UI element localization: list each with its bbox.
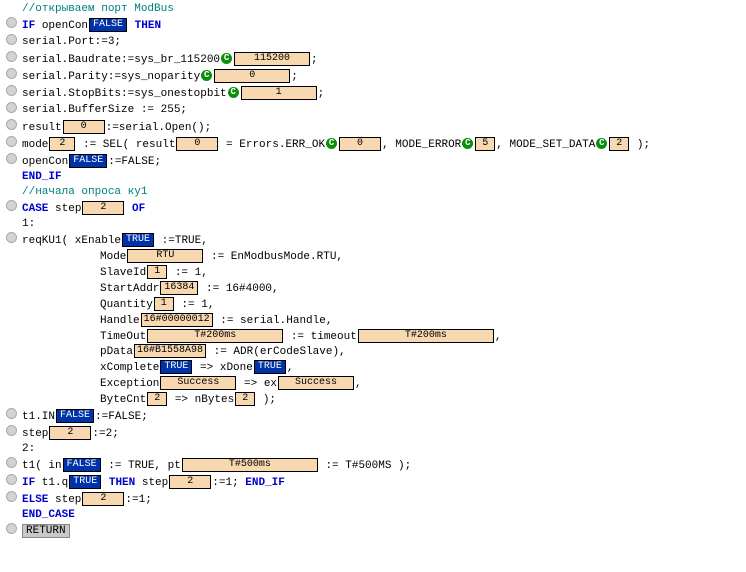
case-label: 2: <box>22 442 35 457</box>
code-line: serial.Parity:=sys_noparityC0; <box>22 69 298 85</box>
code-line: Quantity1 := 1, <box>22 297 214 313</box>
code-line: CASE step2 OF <box>22 201 145 217</box>
breakpoint-marker[interactable] <box>6 119 17 130</box>
code-editor[interactable]: //открываем порт ModBus IF openConFALSE … <box>4 2 742 540</box>
code-line: StartAddr16384 := 16#4000, <box>22 281 279 297</box>
value-box: T#500ms <box>182 458 318 472</box>
value-box: 0 <box>214 69 290 83</box>
code-line: t1.INFALSE:=FALSE; <box>22 409 148 425</box>
value-box: 16#00000012 <box>141 313 213 327</box>
value-inline: FALSE <box>56 409 94 423</box>
status-ok-icon: C <box>221 53 232 64</box>
value-box: 1 <box>241 86 317 100</box>
breakpoint-marker[interactable] <box>6 102 17 113</box>
code-line: Handle16#00000012 := serial.Handle, <box>22 313 332 329</box>
value-inline: TRUE <box>254 360 286 374</box>
value-box: 0 <box>176 137 218 151</box>
breakpoint-marker[interactable] <box>6 136 17 147</box>
value-inline: FALSE <box>69 154 107 168</box>
breakpoint-marker[interactable] <box>6 425 17 436</box>
status-ok-icon: C <box>326 138 337 149</box>
code-line: xCompleteTRUE => xDoneTRUE, <box>22 360 293 376</box>
value-box: 16#B1558A98 <box>134 344 206 358</box>
breakpoint-marker[interactable] <box>6 17 17 28</box>
code-line: step2:=2; <box>22 426 119 442</box>
breakpoint-marker[interactable] <box>6 491 17 502</box>
value-box: 0 <box>339 137 381 151</box>
breakpoint-marker[interactable] <box>6 68 17 79</box>
value-box: 2 <box>49 426 91 440</box>
code-line: ELSE step2:=1; <box>22 492 152 508</box>
value-box: T#200ms <box>147 329 283 343</box>
code-line: TimeOutT#200ms := timeoutT#200ms, <box>22 329 501 345</box>
value-box: 2 <box>147 392 167 406</box>
breakpoint-marker[interactable] <box>6 153 17 164</box>
value-box: 2 <box>49 137 75 151</box>
breakpoint-marker[interactable] <box>6 408 17 419</box>
code-line: IF t1.qTRUE THEN step2:=1; END_IF <box>22 475 285 491</box>
code-line: pData16#B1558A98 := ADR(erCodeSlave), <box>22 344 346 360</box>
code-line: ByteCnt2 => nBytes2 ); <box>22 392 276 408</box>
case-label: 1: <box>22 217 35 232</box>
code-line: result0:=serial.Open(); <box>22 120 211 136</box>
value-box: Success <box>160 376 236 390</box>
value-box: 1 <box>147 265 167 279</box>
value-box: 1 <box>154 297 174 311</box>
value-box: RTU <box>127 249 203 263</box>
value-box: Success <box>278 376 354 390</box>
return-statement: RETURN <box>22 524 70 539</box>
code-line: t1( inFALSE := TRUE, ptT#500ms := T#500M… <box>22 458 411 474</box>
value-inline: FALSE <box>63 458 101 472</box>
breakpoint-marker[interactable] <box>6 85 17 96</box>
breakpoint-marker[interactable] <box>6 200 17 211</box>
code-line: serial.Baudrate:=sys_br_115200C115200; <box>22 52 318 68</box>
value-box: 2 <box>609 137 629 151</box>
value-box: 5 <box>475 137 495 151</box>
status-ok-icon: C <box>228 87 239 98</box>
value-box: 2 <box>169 475 211 489</box>
code-line: IF openConFALSE THEN <box>22 18 161 34</box>
breakpoint-marker[interactable] <box>6 523 17 534</box>
value-inline: TRUE <box>69 475 101 489</box>
code-line: serial.StopBits:=sys_onestopbitC1; <box>22 86 324 102</box>
status-ok-icon: C <box>596 138 607 149</box>
value-inline: TRUE <box>160 360 192 374</box>
value-box: 2 <box>235 392 255 406</box>
value-box: T#200ms <box>358 329 494 343</box>
value-box: 2 <box>82 201 124 215</box>
code-line: mode2 := SEL( result0 = Errors.ERR_OKC0,… <box>22 137 650 153</box>
value-inline: FALSE <box>89 18 127 32</box>
value-box: 2 <box>82 492 124 506</box>
code-line: reqKU1( xEnableTRUE :=TRUE, <box>22 233 208 249</box>
value-box: 16384 <box>160 281 198 295</box>
breakpoint-marker[interactable] <box>6 474 17 485</box>
value-box: 115200 <box>234 52 310 66</box>
keyword: END_CASE <box>22 508 75 523</box>
code-line: serial.BufferSize := 255; <box>22 103 187 118</box>
breakpoint-marker[interactable] <box>6 232 17 243</box>
code-line: serial.Port:=3; <box>22 35 121 50</box>
breakpoint-marker[interactable] <box>6 34 17 45</box>
comment: //начала опроса ку1 <box>22 185 147 200</box>
code-line: ExceptionSuccess => exSuccess, <box>22 376 362 392</box>
code-line: ModeRTU := EnModbusMode.RTU, <box>22 249 343 265</box>
code-line: SlaveId1 := 1, <box>22 265 208 281</box>
value-inline: TRUE <box>122 233 154 247</box>
comment: //открываем порт ModBus <box>22 2 174 17</box>
status-ok-icon: C <box>462 138 473 149</box>
status-ok-icon: C <box>201 70 212 81</box>
breakpoint-marker[interactable] <box>6 457 17 468</box>
breakpoint-marker[interactable] <box>6 51 17 62</box>
keyword: END_IF <box>22 170 62 185</box>
code-line: openConFALSE:=FALSE; <box>22 154 161 170</box>
value-box: 0 <box>63 120 105 134</box>
